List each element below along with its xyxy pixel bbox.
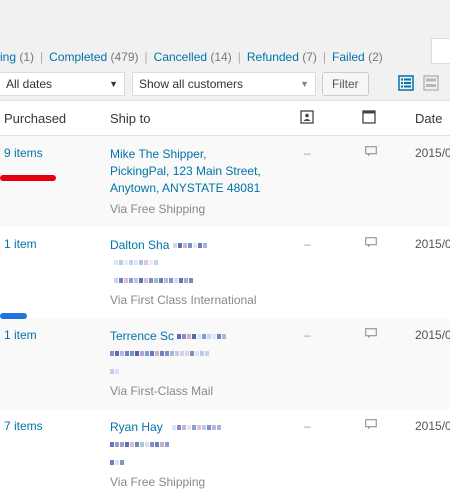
filter-refunded[interactable]: Refunded (7) [247,50,317,64]
table-row: 7 items Ryan Hay Via Free Shipping – 201… [0,409,450,500]
order-notes-cell [362,227,412,318]
order-date: 2015/0 [415,418,450,433]
note-icon[interactable] [365,146,377,157]
filter-separator: | [322,50,327,64]
filter-cancelled[interactable]: Cancelled (14) [154,50,232,64]
customer-message-cell: – [304,236,311,251]
redacted-pixels [172,419,222,436]
list-view-icon[interactable] [398,75,414,91]
order-date: 2015/0 [412,317,450,409]
shipping-method: Via First Class International [110,293,257,308]
column-purchased: Purchased [0,100,110,136]
filter-cancelled-label: Cancelled [153,50,208,64]
shipping-method: Via First-Class Mail [110,384,214,399]
order-notes-cell [362,317,412,409]
purchased-link[interactable]: 1 item [4,328,37,342]
filter-refunded-label: Refunded [246,50,299,64]
column-customer-message [300,100,362,136]
customer-message-icon [300,109,314,124]
customer-message-cell: – [300,317,362,409]
excerpt-view-icon[interactable] [423,75,439,91]
table-toolbar: All dates ▼ Show all customers ▼ Filter [0,70,450,100]
order-date: 2015/0 [412,135,450,227]
note-icon[interactable] [365,418,377,430]
search-input[interactable] [431,38,450,64]
customer-message-cell: – [304,418,311,433]
status-filter-links: ing (1) | Completed (479) | Cancelled (14) | R… [0,50,383,68]
ship-to-name[interactable]: Mike The Shipper, [110,147,207,161]
table-row: 9 items Mike The Shipper, PickingPal, 12… [0,135,450,227]
column-order-notes [362,100,412,136]
purchased-link[interactable]: 1 item [4,237,37,251]
table-header-row: Purchased Ship to Date [0,100,450,136]
top-bar [0,0,450,40]
blue-highlight-marker [0,313,27,319]
order-notes-cell [362,409,412,500]
filter-completed[interactable]: Completed (479) [49,50,138,64]
ship-to-name[interactable]: Dalton Sha [110,238,169,252]
redacted-pixels [110,362,120,379]
filter-processing-count: (1) [19,50,35,64]
order-notes-cell [362,135,412,227]
filter-failed[interactable]: Failed (2) [332,50,383,64]
redacted-pixels [114,271,194,288]
filter-failed-label: Failed [332,50,365,64]
date-filter-value: All dates [6,77,53,91]
filter-button[interactable]: Filter [322,72,369,96]
orders-table: Purchased Ship to Date 9 items Mike The … [0,100,450,500]
order-date: 2015/0 [415,236,450,251]
ship-to-name[interactable]: Terrence Sc [110,329,174,343]
shipping-method: Via Free Shipping [110,475,206,490]
purchased-link[interactable]: 9 items [4,146,43,160]
date-filter-select[interactable]: All dates ▼ [0,72,125,96]
column-ship-to[interactable]: Ship to [110,100,300,136]
red-highlight-marker [0,175,56,181]
dropdown-arrow-icon: ▼ [109,79,118,89]
customer-message-cell: – [300,135,362,227]
redacted-pixels [172,237,208,254]
filter-processing[interactable]: ing (1) [0,50,34,64]
ship-to-cell: Ryan Hay Via Free Shipping [110,409,300,500]
note-icon[interactable] [365,327,377,339]
purchased-link[interactable]: 7 items [4,419,43,433]
filter-completed-label: Completed [49,50,108,64]
filter-cancelled-count: (14) [210,50,232,64]
filter-failed-count: (2) [368,50,383,64]
shipping-method: Via Free Shipping [110,202,206,216]
customer-filter-value: Show all customers [139,77,244,91]
redacted-pixels [114,254,159,271]
table-row: 1 item Dalton Sha Via First Class Intern… [0,227,450,318]
filter-processing-label: ing [0,50,17,64]
redacted-pixels [110,436,170,453]
order-notes-icon [362,109,376,124]
ship-to-cell: Mike The Shipper, PickingPal, 123 Main S… [110,135,300,227]
table-row: 1 item Terrence Sc Via First-Class Mail … [0,317,450,409]
filter-separator: | [40,50,44,64]
filter-separator: | [237,50,241,64]
ship-to-cell: Terrence Sc Via First-Class Mail [110,317,300,409]
ship-to-cell: Dalton Sha Via First Class International [110,227,300,318]
note-icon[interactable] [365,236,377,248]
redacted-pixels [177,328,227,345]
ship-to-address-line[interactable]: PickingPal, 123 Main Street, [110,164,261,178]
redacted-pixels [110,453,125,470]
ship-to-name[interactable]: Ryan Hay [110,420,163,434]
dropdown-arrow-icon: ▼ [300,79,309,89]
ship-to-address-line[interactable]: Anytown, ANYSTATE 48081 [110,181,260,195]
column-date[interactable]: Date [412,100,450,136]
filter-completed-count: (479) [110,50,139,64]
redacted-pixels [110,345,210,362]
filter-separator: | [144,50,148,64]
customer-filter-select[interactable]: Show all customers ▼ [132,72,316,96]
filter-refunded-count: (7) [302,50,317,64]
